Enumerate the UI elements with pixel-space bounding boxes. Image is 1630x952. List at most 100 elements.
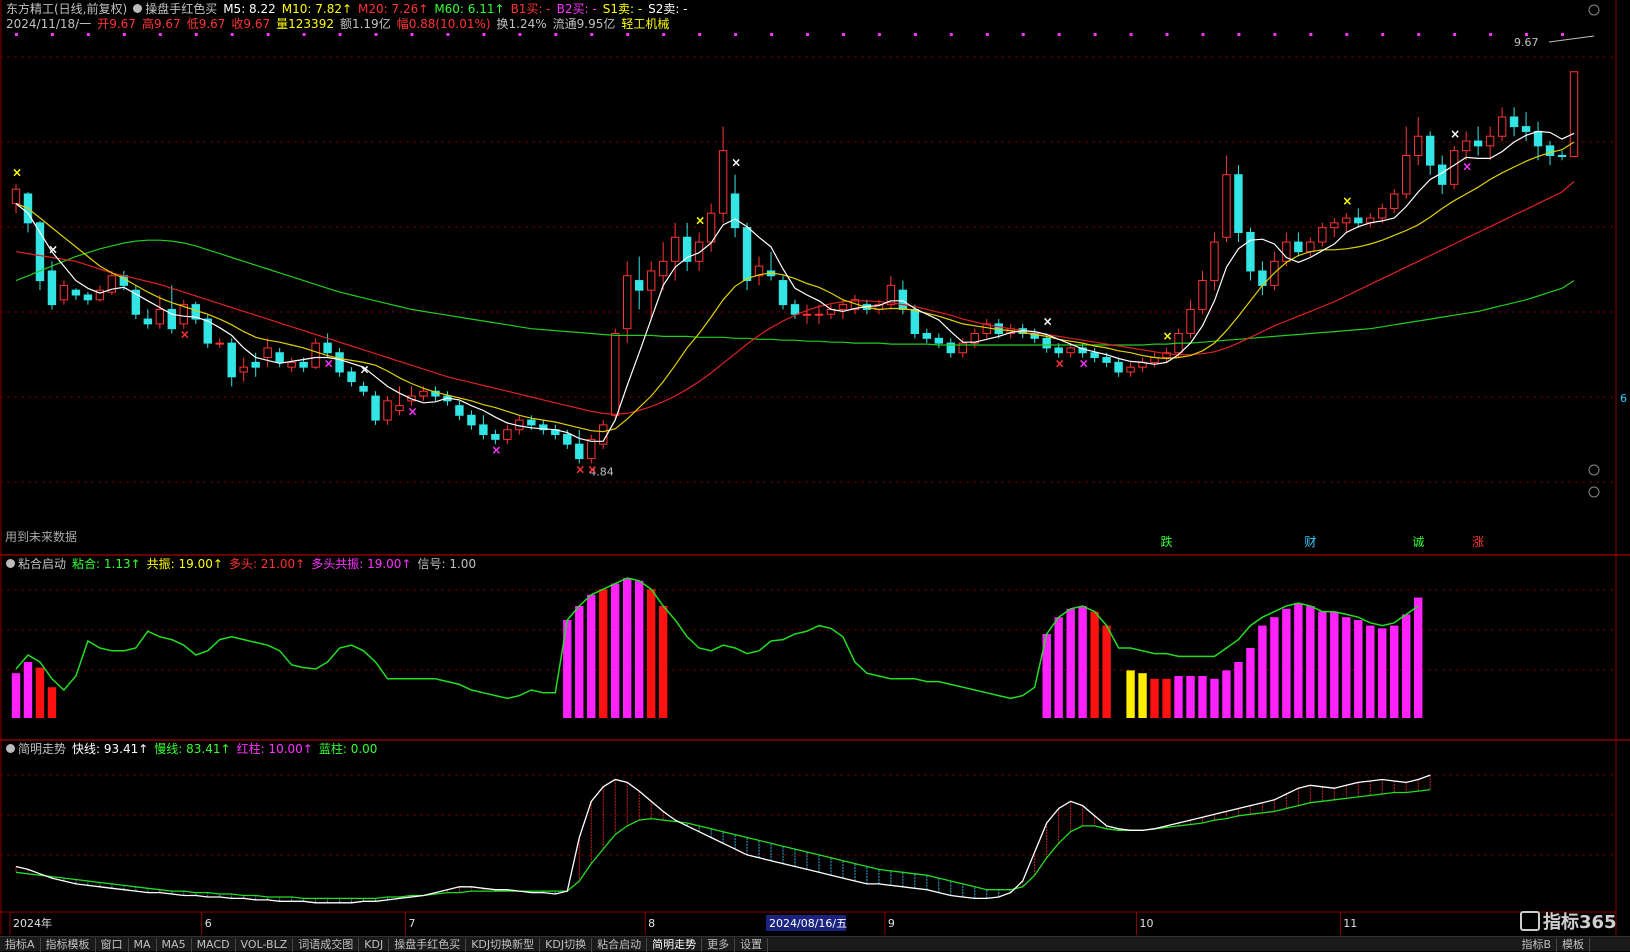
candle-body bbox=[239, 366, 248, 373]
signal-dot bbox=[1417, 33, 1421, 36]
indicator2-legend: 粘合启动 粘合: 1.13↑ 共振: 19.00↑ 多头: 21.00↑ 多头共振: 1… bbox=[6, 557, 476, 571]
signal-dot bbox=[949, 33, 953, 36]
candle-body bbox=[694, 241, 704, 262]
candle-body bbox=[1318, 227, 1327, 243]
signal-dot bbox=[266, 33, 270, 36]
ind2-bar bbox=[587, 594, 596, 718]
signal-dot bbox=[590, 33, 594, 36]
candle-body bbox=[359, 385, 368, 392]
x-tick-label: 10 bbox=[1140, 917, 1154, 930]
candle-body bbox=[311, 342, 320, 368]
candle-body bbox=[1198, 280, 1207, 310]
gear-icon[interactable] bbox=[6, 744, 15, 753]
event-badge: 财 bbox=[1304, 535, 1316, 549]
ind2-bar bbox=[1162, 678, 1171, 718]
ind2-bar bbox=[1366, 625, 1375, 718]
event-badge: 涨 bbox=[1472, 534, 1484, 549]
signal-dot bbox=[86, 33, 90, 36]
candle-body bbox=[47, 270, 57, 306]
gear-icon[interactable] bbox=[6, 559, 15, 568]
ind2-bar bbox=[1186, 676, 1195, 718]
trade-signal-marker: × bbox=[695, 213, 705, 227]
ind2-legend-item-3: 多头: 21.00↑ bbox=[228, 557, 306, 571]
quote-item-4: 收9.67 bbox=[231, 17, 271, 31]
candle-body bbox=[299, 361, 308, 368]
candle-body bbox=[1090, 352, 1099, 359]
candle-body bbox=[802, 313, 812, 316]
candle-body bbox=[1402, 154, 1411, 195]
candle-body bbox=[323, 342, 332, 354]
candle-body bbox=[838, 304, 848, 310]
ind2-bar bbox=[635, 580, 644, 718]
ind2-bar bbox=[1210, 678, 1219, 718]
signal-dot bbox=[518, 33, 522, 36]
trade-signal-marker: × bbox=[1079, 357, 1089, 371]
ind2-bar bbox=[1378, 628, 1387, 718]
candle-body bbox=[1521, 126, 1531, 132]
candle-body bbox=[1234, 174, 1243, 233]
candle-body bbox=[910, 308, 920, 334]
ind2-bar bbox=[1174, 676, 1183, 718]
signal-dot bbox=[1237, 33, 1241, 36]
signal-dot bbox=[841, 33, 845, 36]
ind2-bar bbox=[1150, 678, 1159, 718]
candle-body bbox=[1557, 154, 1567, 157]
bottom-tab-bar: 指标A 指标模板 窗口 MA MA5 MACD VOL-BLZ 词语成交图 KDJ 操盘手红色买 K… bbox=[0, 936, 1630, 952]
candle-body bbox=[790, 304, 800, 315]
event-badge: 跌 bbox=[1161, 534, 1173, 549]
ind2-bar bbox=[1306, 606, 1315, 718]
event-badge: 诚 bbox=[1412, 535, 1424, 549]
candle-body bbox=[1461, 140, 1471, 152]
candle-body bbox=[622, 275, 632, 330]
signal-dot bbox=[374, 33, 378, 36]
watermark-text: 指标365 bbox=[1543, 912, 1617, 933]
candle-body bbox=[706, 212, 716, 243]
quote-item-1: 开9.67 bbox=[97, 17, 136, 31]
ind2-legend-item-1: 粘合: 1.13↑ bbox=[72, 557, 141, 571]
ind2-bar bbox=[1318, 611, 1327, 718]
trade-signal-marker: × bbox=[324, 357, 334, 371]
ma5-line bbox=[15, 130, 1575, 442]
signal-dot bbox=[1165, 33, 1169, 36]
candle-body bbox=[1042, 337, 1051, 349]
signal-dot bbox=[698, 33, 702, 36]
gear-icon[interactable] bbox=[133, 4, 143, 13]
legend-item-7: B2买: - bbox=[556, 2, 597, 16]
trade-signal-marker: × bbox=[1163, 329, 1173, 343]
ind2-bar bbox=[1222, 670, 1231, 718]
ind2-bar bbox=[1390, 625, 1399, 718]
quote-item-3: 低9.67 bbox=[186, 17, 226, 31]
ind2-line bbox=[15, 577, 1419, 700]
candle-body bbox=[1413, 135, 1423, 156]
ind3-legend-item-4: 蓝柱: 0.00 bbox=[318, 742, 378, 756]
candle-body bbox=[335, 352, 344, 373]
trade-signal-marker: × bbox=[180, 328, 190, 342]
ind3-legend-item-0: 简明走势 bbox=[6, 742, 66, 756]
candle-body bbox=[1378, 207, 1387, 219]
signal-dot bbox=[985, 33, 989, 36]
quote-item-5: 量123392 bbox=[276, 17, 334, 31]
signal-dot bbox=[554, 33, 558, 36]
trade-signal-marker: × bbox=[1462, 159, 1472, 173]
ind2-bar bbox=[1102, 625, 1111, 718]
candle-body bbox=[1126, 366, 1135, 373]
chart-canvas[interactable]: 9.674.84×××× ×××× ××××× ×××××跌财诚涨62024年 6 7 8 9… bbox=[0, 0, 1630, 950]
candle-body bbox=[479, 424, 488, 436]
ind2-bar bbox=[1126, 670, 1135, 718]
signal-dot bbox=[122, 33, 126, 36]
ind2-bar bbox=[47, 687, 57, 718]
ind3-legend-item-1: 快线: 93.41↑ bbox=[72, 742, 149, 756]
candle-body bbox=[563, 434, 572, 445]
x-tick-label: 8 bbox=[648, 917, 655, 930]
quote-item-8: 换1.24% bbox=[496, 17, 547, 31]
ind2-bar bbox=[1198, 676, 1207, 718]
selected-date-label: 2024/08/16/五 bbox=[769, 917, 847, 930]
candle-body bbox=[1222, 174, 1231, 238]
candle-body bbox=[1210, 241, 1219, 282]
candle-body bbox=[347, 371, 356, 383]
x-tick-label: 7 bbox=[408, 917, 415, 930]
candle-body bbox=[1114, 361, 1123, 373]
ind2-bar bbox=[611, 583, 620, 718]
candle-body bbox=[1509, 116, 1519, 128]
legend-item-0: 东方精工(日线,前复权) bbox=[6, 2, 128, 16]
